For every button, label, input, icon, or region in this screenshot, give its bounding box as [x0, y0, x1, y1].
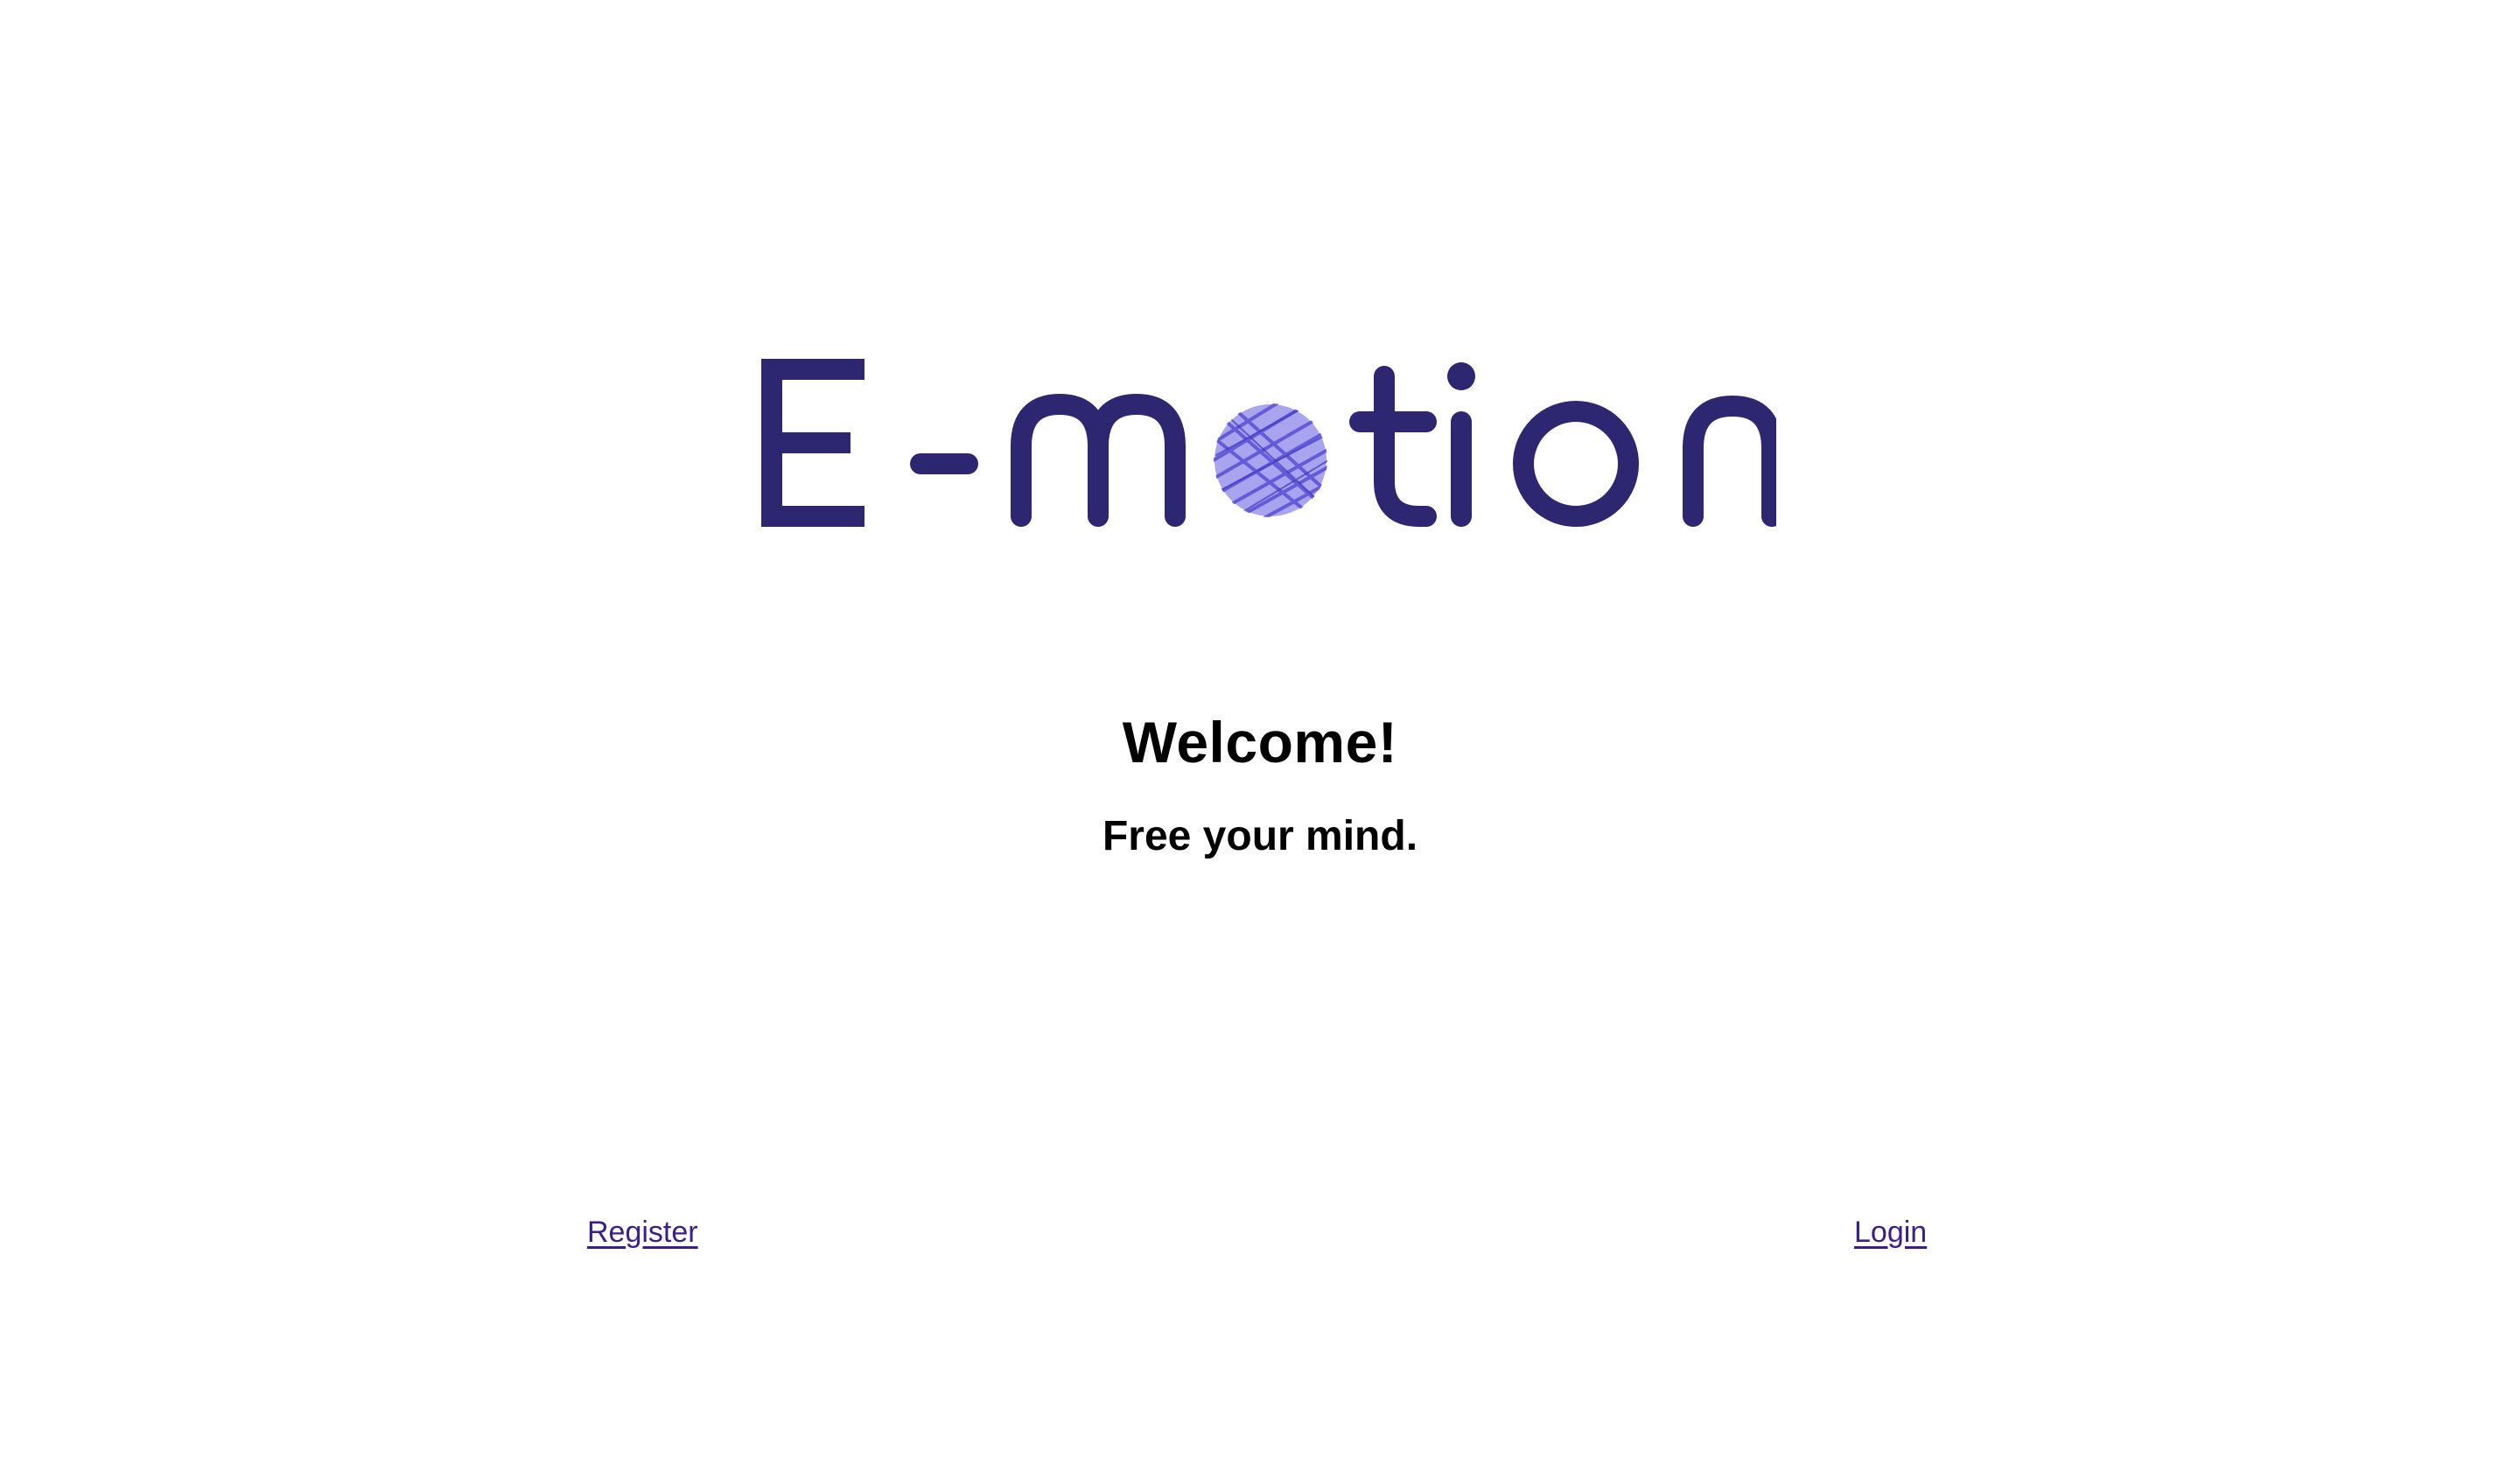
- login-link[interactable]: Login: [1854, 1213, 1927, 1251]
- register-link[interactable]: Register: [587, 1213, 698, 1251]
- app-logo: [752, 350, 1776, 534]
- scribble-circle-icon: [1214, 403, 1327, 517]
- app-logo-graphic: [761, 359, 1776, 527]
- welcome-heading: Welcome!: [1122, 710, 1398, 775]
- tagline-heading: Free your mind.: [1102, 813, 1418, 859]
